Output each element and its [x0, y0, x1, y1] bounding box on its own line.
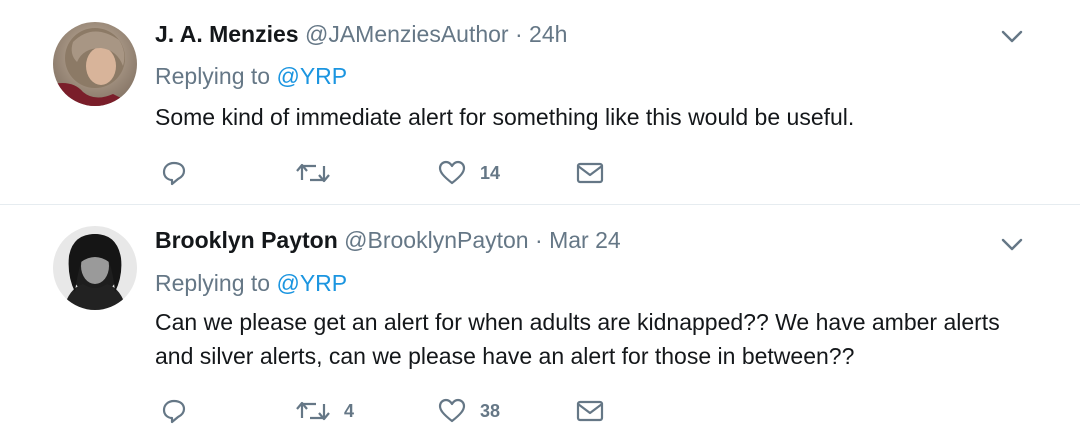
tweet-timestamp[interactable]: Mar 24	[549, 227, 621, 253]
envelope-icon	[576, 162, 604, 184]
like-count: 38	[480, 400, 501, 421]
separator-dot: ·	[535, 227, 543, 253]
author-name[interactable]: Brooklyn Payton	[155, 227, 338, 253]
reply-icon	[162, 399, 186, 424]
tweet[interactable]: J. A. Menzies @JAMenziesAuthor · 24h Rep…	[0, 0, 1080, 205]
like-count: 14	[480, 162, 501, 183]
avatar-photo-icon	[53, 22, 137, 106]
avatar[interactable]	[53, 226, 137, 310]
heart-icon	[438, 160, 466, 185]
tweet-header: J. A. Menzies @JAMenziesAuthor · 24h	[155, 18, 567, 50]
tweet-header: Brooklyn Payton @BrooklynPayton · Mar 24	[155, 224, 621, 256]
replying-prefix: Replying to	[155, 270, 277, 296]
replying-mention-link[interactable]: @YRP	[276, 63, 347, 89]
tweet-text: Can we please get an alert for when adul…	[155, 309, 1000, 369]
retweet-button[interactable]	[296, 158, 344, 188]
like-button[interactable]: 38	[438, 396, 500, 426]
retweet-button[interactable]: 4	[296, 396, 354, 426]
avatar[interactable]	[53, 22, 137, 106]
author-handle[interactable]: @BrooklynPayton	[344, 227, 528, 253]
separator-dot: ·	[514, 21, 523, 47]
retweet-count: 4	[344, 400, 355, 421]
author-handle[interactable]: @JAMenziesAuthor	[305, 21, 509, 47]
reply-button[interactable]	[161, 396, 201, 426]
tweet-timestamp[interactable]: 24h	[529, 21, 567, 47]
tweet-text: Some kind of immediate alert for somethi…	[155, 104, 855, 130]
heart-icon	[438, 398, 466, 423]
author-name[interactable]: J. A. Menzies	[155, 21, 299, 47]
chevron-down-icon[interactable]	[999, 234, 1025, 254]
avatar-photo-icon	[53, 226, 137, 310]
replying-prefix: Replying to	[155, 63, 277, 89]
retweet-icon	[296, 163, 330, 183]
reply-icon	[162, 161, 186, 186]
replying-mention-link[interactable]: @YRP	[276, 270, 347, 296]
reply-button[interactable]	[161, 158, 201, 188]
like-button[interactable]: 14	[438, 158, 500, 188]
tweet[interactable]: Brooklyn Payton @BrooklynPayton · Mar 24…	[0, 205, 1080, 444]
tweet-actions: 14	[155, 158, 755, 188]
replying-to: Replying to @YRP	[155, 60, 347, 92]
replying-to: Replying to @YRP	[155, 267, 347, 299]
retweet-icon	[296, 401, 330, 421]
tweet-actions: 4 38	[155, 396, 755, 426]
chevron-down-icon[interactable]	[999, 26, 1025, 46]
direct-message-button[interactable]	[576, 396, 604, 426]
direct-message-button[interactable]	[576, 158, 604, 188]
envelope-icon	[576, 400, 604, 422]
